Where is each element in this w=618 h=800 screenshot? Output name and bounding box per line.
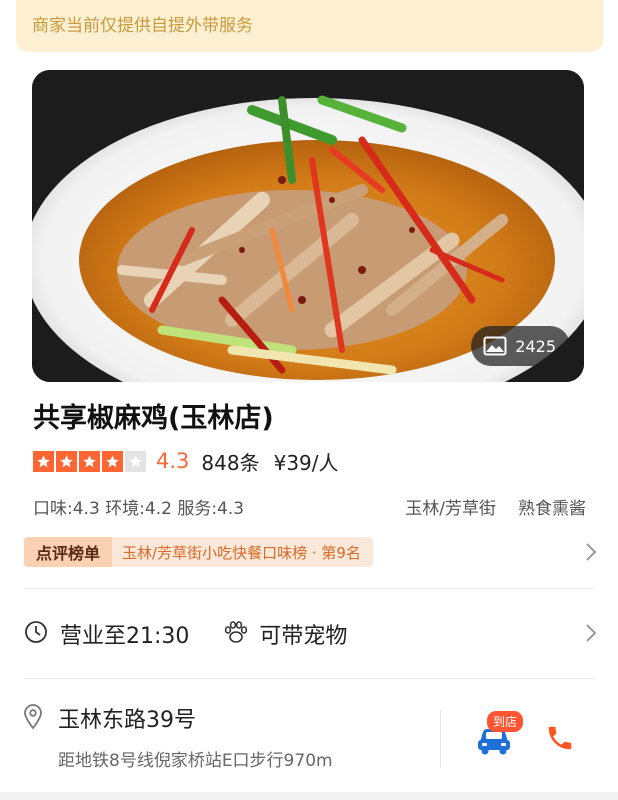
clock-icon	[24, 620, 48, 648]
shop-tags: 玉林/芳草街 熟食熏酱	[405, 494, 586, 519]
star-icon	[102, 450, 123, 472]
chevron-right-icon[interactable]	[584, 622, 598, 648]
phone-icon	[545, 726, 575, 758]
service-notice-text: 商家当前仅提供自提外带服务	[32, 16, 253, 36]
drive-badge: 到店	[487, 711, 524, 732]
ranking-text: 玉林/芳草街小吃快餐口味榜 · 第9名	[122, 543, 361, 562]
call-button[interactable]	[545, 722, 575, 754]
photo-count-badge[interactable]: 2425	[471, 326, 570, 366]
section-separator	[0, 792, 618, 800]
shop-name: 共享椒麻鸡(玉林店)	[33, 403, 274, 434]
category-tag[interactable]: 熟食熏酱	[518, 494, 586, 519]
business-hours: 营业至21:30	[60, 624, 190, 649]
sub-scores: 口味:4.3 环境:4.2 服务:4.3	[33, 499, 245, 519]
star-rating	[33, 450, 146, 472]
star-icon	[33, 450, 54, 472]
star-icon	[125, 450, 146, 472]
paw-icon	[223, 620, 249, 648]
location-pin-icon	[22, 704, 44, 734]
pet-friendly: 可带宠物	[223, 618, 347, 650]
ranking-strip[interactable]: 点评榜单 玉林/芳草街小吃快餐口味榜 · 第9名	[24, 537, 373, 567]
photo-count-value: 2425	[515, 336, 556, 356]
divider	[440, 710, 441, 768]
divider	[24, 678, 594, 679]
star-icon	[79, 450, 100, 472]
review-count[interactable]: 848条	[201, 447, 259, 476]
subway-distance: 距地铁8号线倪家桥站E口步行970m	[58, 751, 333, 771]
ranking-badge: 点评榜单	[24, 537, 113, 567]
hours-row[interactable]: 营业至21:30 可带宠物	[24, 614, 347, 654]
pet-friendly-label: 可带宠物	[259, 624, 348, 649]
shop-address[interactable]: 玉林东路39号	[58, 702, 196, 734]
rating-score: 4.3	[156, 449, 190, 473]
shop-cover-photo[interactable]: 2425	[32, 70, 584, 382]
service-notice-banner: 商家当前仅提供自提外带服务	[16, 0, 603, 52]
image-icon	[483, 336, 507, 356]
rating-row: 4.3 848条 ¥39/人	[33, 447, 339, 476]
chevron-right-icon[interactable]	[584, 541, 598, 567]
average-price: ¥39/人	[273, 450, 339, 475]
divider	[24, 588, 594, 589]
area-tag[interactable]: 玉林/芳草街	[405, 494, 496, 519]
star-icon	[56, 450, 77, 472]
